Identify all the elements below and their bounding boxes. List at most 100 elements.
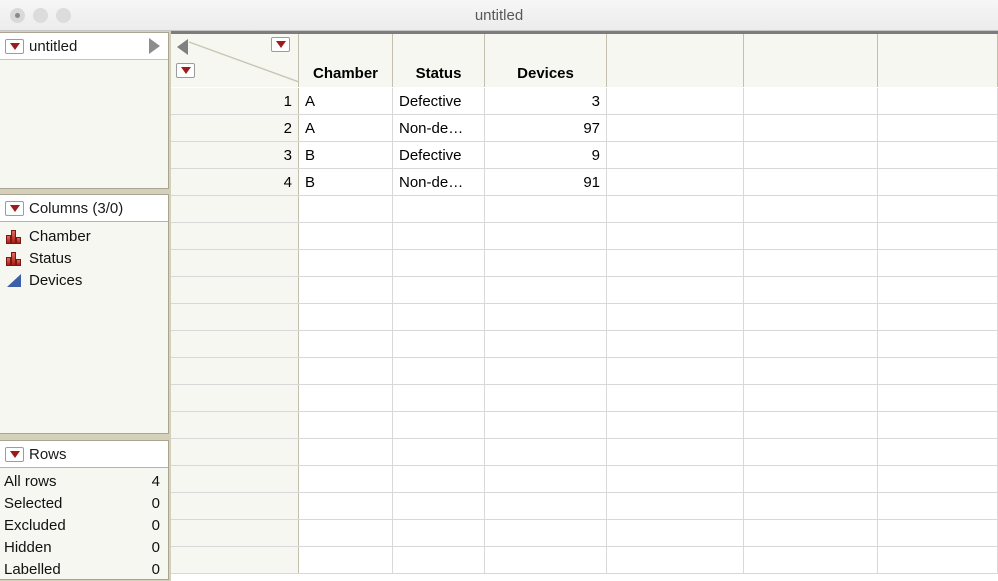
red-dropdown-icon[interactable] [5, 39, 24, 54]
row-number-cell[interactable] [171, 277, 299, 303]
table-cell[interactable]: 97 [485, 115, 607, 141]
table-cell[interactable] [878, 304, 998, 330]
table-row[interactable] [171, 385, 998, 412]
table-cell[interactable] [485, 520, 607, 546]
table-cell[interactable] [744, 277, 878, 303]
table-cell[interactable] [485, 493, 607, 519]
column-header-empty[interactable] [607, 34, 744, 87]
red-dropdown-icon[interactable] [5, 201, 24, 216]
table-cell[interactable] [744, 466, 878, 492]
table-cell[interactable]: 3 [485, 88, 607, 114]
table-cell[interactable] [607, 493, 744, 519]
table-cell[interactable] [878, 250, 998, 276]
table-cell[interactable]: Defective [393, 88, 485, 114]
table-cell[interactable] [485, 466, 607, 492]
table-cell[interactable] [878, 520, 998, 546]
column-item-devices[interactable]: Devices [3, 269, 168, 291]
column-header-empty[interactable] [744, 34, 878, 87]
table-cell[interactable] [607, 223, 744, 249]
rows-stat-row[interactable]: Excluded0 [0, 514, 168, 536]
row-number-cell[interactable]: 4 [171, 169, 299, 195]
table-cell[interactable] [744, 223, 878, 249]
table-cell[interactable] [878, 88, 998, 114]
table-cell[interactable] [878, 358, 998, 384]
table-cell[interactable] [393, 493, 485, 519]
row-number-cell[interactable] [171, 385, 299, 411]
table-cell[interactable] [393, 223, 485, 249]
table-cell[interactable] [299, 250, 393, 276]
table-cell[interactable] [607, 547, 744, 573]
table-cell[interactable] [393, 520, 485, 546]
red-dropdown-icon-columns[interactable] [271, 37, 290, 52]
table-cell[interactable] [744, 331, 878, 357]
table-cell[interactable] [744, 115, 878, 141]
table-cell[interactable] [393, 250, 485, 276]
table-cell[interactable]: 9 [485, 142, 607, 168]
column-header-empty[interactable] [878, 34, 998, 87]
table-row[interactable] [171, 223, 998, 250]
table-cell[interactable] [299, 439, 393, 465]
table-cell[interactable] [744, 520, 878, 546]
row-number-cell[interactable] [171, 547, 299, 573]
table-row[interactable] [171, 547, 998, 574]
table-cell[interactable] [485, 250, 607, 276]
table-cell[interactable] [485, 196, 607, 222]
table-row[interactable] [171, 304, 998, 331]
table-cell[interactable] [393, 358, 485, 384]
table-cell[interactable] [607, 520, 744, 546]
table-cell[interactable] [878, 412, 998, 438]
rows-stat-row[interactable]: All rows4 [0, 470, 168, 492]
table-cell[interactable] [299, 412, 393, 438]
table-cell[interactable] [485, 439, 607, 465]
table-cell[interactable] [393, 412, 485, 438]
table-cell[interactable] [607, 142, 744, 168]
table-cell[interactable] [607, 439, 744, 465]
table-row[interactable] [171, 196, 998, 223]
table-cell[interactable] [485, 547, 607, 573]
table-cell[interactable] [299, 520, 393, 546]
table-cell[interactable] [607, 277, 744, 303]
row-number-cell[interactable] [171, 439, 299, 465]
table-row[interactable]: 4BNon-de…91 [171, 169, 998, 196]
table-cell[interactable] [607, 466, 744, 492]
table-cell[interactable] [744, 142, 878, 168]
table-cell[interactable] [607, 412, 744, 438]
row-number-cell[interactable] [171, 223, 299, 249]
table-cell[interactable] [485, 358, 607, 384]
table-cell[interactable] [607, 358, 744, 384]
rows-stat-row[interactable]: Selected0 [0, 492, 168, 514]
table-cell[interactable] [299, 493, 393, 519]
table-cell[interactable] [878, 115, 998, 141]
table-cell[interactable] [878, 493, 998, 519]
table-row[interactable] [171, 520, 998, 547]
table-row[interactable] [171, 331, 998, 358]
row-number-cell[interactable] [171, 520, 299, 546]
table-cell[interactable] [299, 196, 393, 222]
table-cell[interactable] [607, 250, 744, 276]
table-cell[interactable] [607, 115, 744, 141]
row-number-cell[interactable] [171, 493, 299, 519]
table-cell[interactable] [878, 439, 998, 465]
table-row[interactable]: 2ANon-de…97 [171, 115, 998, 142]
table-row[interactable] [171, 466, 998, 493]
table-cell[interactable] [485, 223, 607, 249]
red-dropdown-icon-rows[interactable] [176, 63, 195, 78]
table-cell[interactable] [607, 304, 744, 330]
column-header-chamber[interactable]: Chamber [299, 34, 393, 87]
table-cell[interactable] [607, 169, 744, 195]
table-cell[interactable] [299, 223, 393, 249]
table-cell[interactable] [744, 169, 878, 195]
table-cell[interactable] [393, 331, 485, 357]
row-number-cell[interactable]: 3 [171, 142, 299, 168]
table-cell[interactable] [878, 223, 998, 249]
row-number-cell[interactable] [171, 358, 299, 384]
table-cell[interactable] [744, 196, 878, 222]
table-cell[interactable]: B [299, 169, 393, 195]
rows-panel-header[interactable]: Rows [0, 441, 168, 468]
table-cell[interactable] [393, 439, 485, 465]
row-number-cell[interactable] [171, 466, 299, 492]
table-row[interactable] [171, 250, 998, 277]
table-cell[interactable] [878, 277, 998, 303]
table-cell[interactable] [299, 466, 393, 492]
table-cell[interactable] [744, 304, 878, 330]
